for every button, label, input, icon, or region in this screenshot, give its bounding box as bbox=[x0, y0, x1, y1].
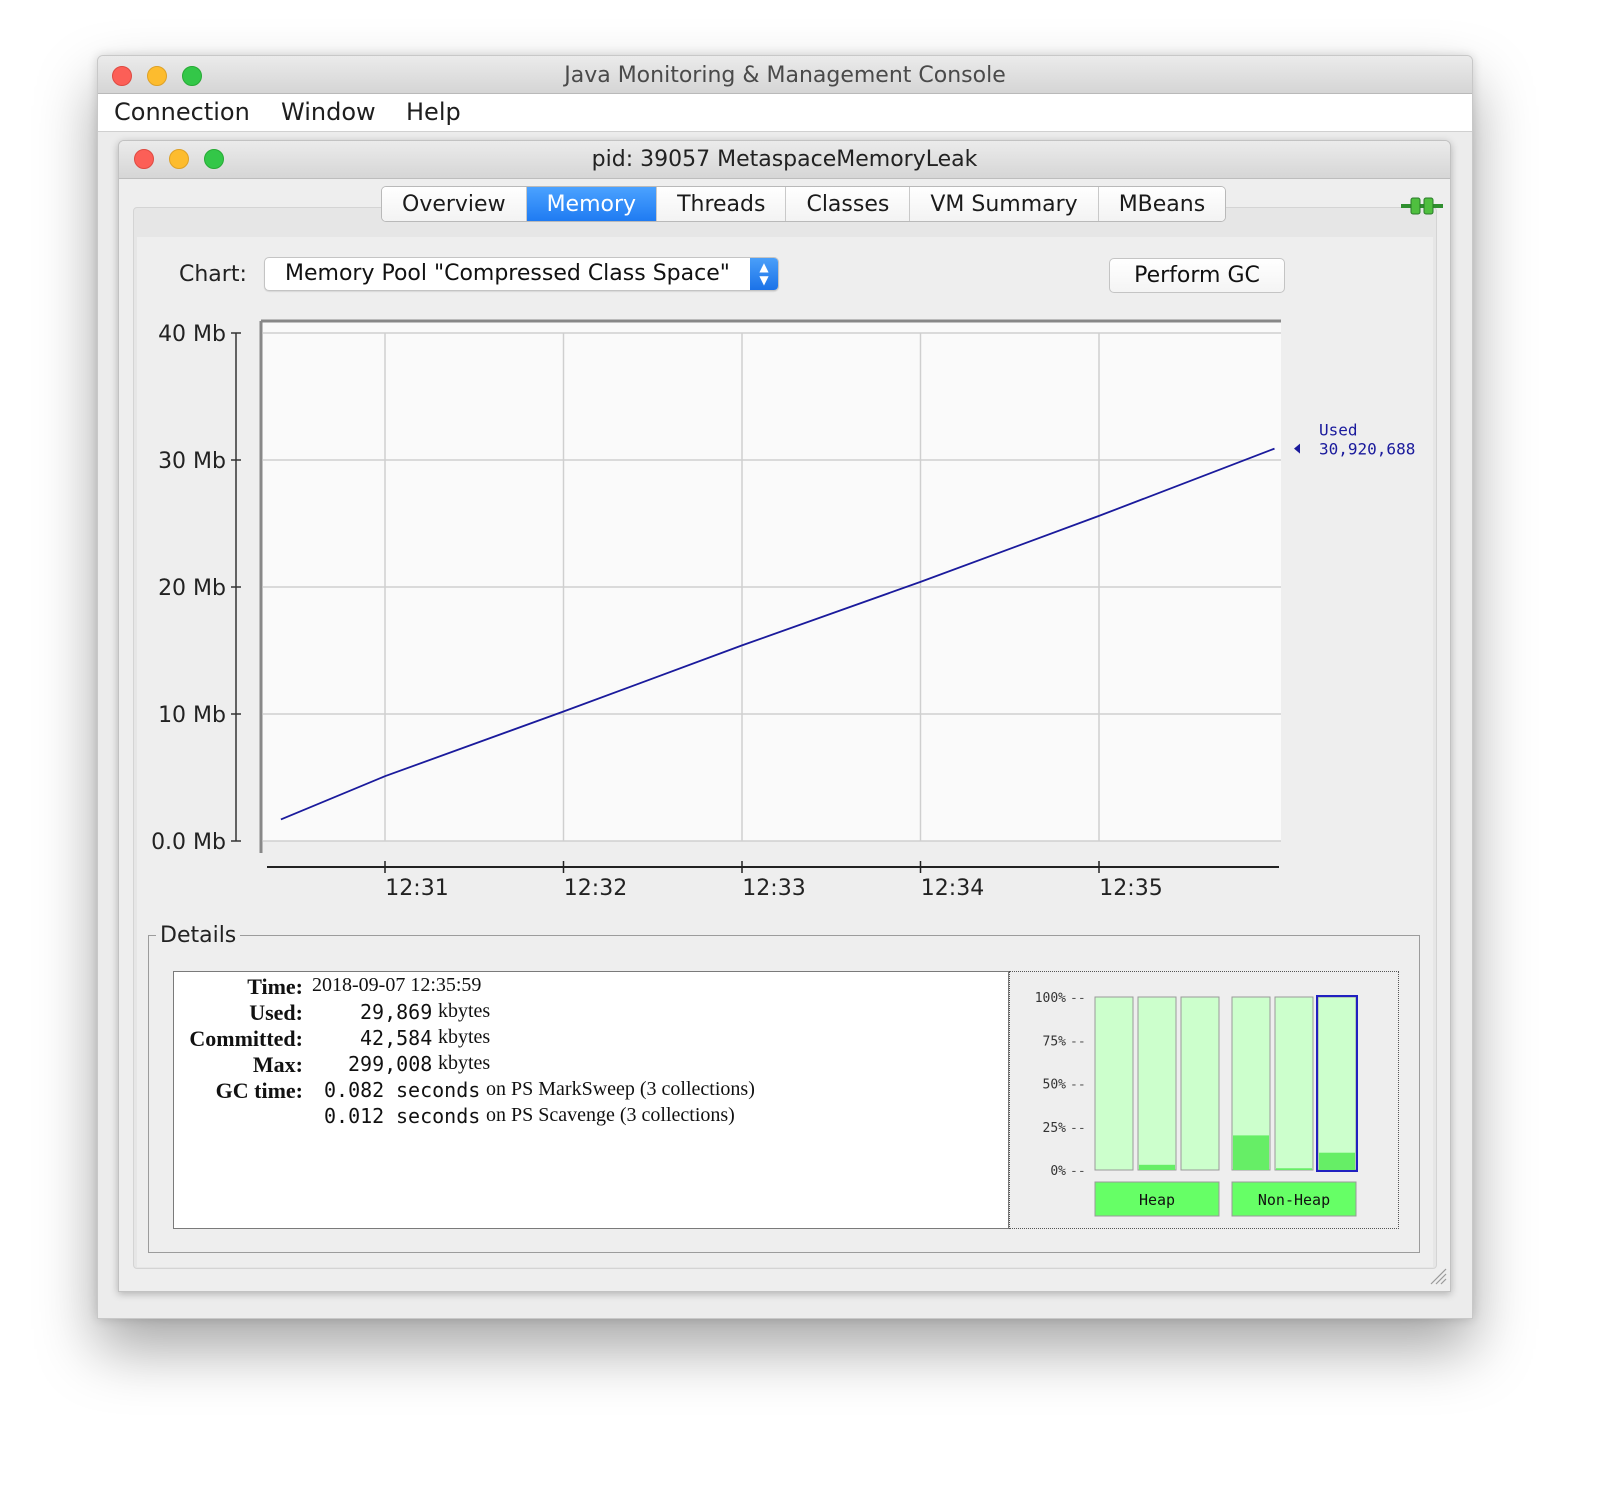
menu-window[interactable]: Window bbox=[281, 98, 376, 126]
bar-group-label: Heap bbox=[1139, 1191, 1175, 1209]
bars-y-tick-label: 100% bbox=[1035, 991, 1066, 1006]
detail-number: 299,008 bbox=[348, 1052, 433, 1076]
memory-pool-bars: 100% -- 75% -- 50% -- 25% -- 0% -- Heap Non-Heap bbox=[1009, 971, 1399, 1229]
plot-area bbox=[261, 321, 1281, 841]
bars-y-tick-mark: -- bbox=[1070, 1078, 1086, 1093]
bars-y-tick-label: 0% bbox=[1050, 1164, 1066, 1179]
detail-row-time: Time: 2018-09-07 12:35:59 bbox=[174, 974, 1008, 1000]
y-tick-label: 10 Mb bbox=[158, 703, 226, 728]
y-tick-label: 0.0 Mb bbox=[151, 830, 226, 855]
detail-label: GC time: bbox=[215, 1078, 303, 1103]
x-tick-label: 12:35 bbox=[1099, 876, 1162, 901]
memory-chart: 0.0 Mb 10 Mb 20 Mb 30 Mb 40 Mb 12:31 12:32 12:3… bbox=[151, 319, 1415, 901]
bars-y-tick-label: 75% bbox=[1043, 1034, 1067, 1049]
bars-y-tick-mark: -- bbox=[1070, 1121, 1086, 1136]
main-titlebar: Java Monitoring & Management Console bbox=[98, 56, 1472, 94]
detail-suffix: on PS Scavenge (3 collections) bbox=[486, 1104, 735, 1126]
detail-unit: kbytes bbox=[438, 1052, 491, 1074]
pool-bars-svg: 100% --75% --50% --25% --0% --Heap Non-Heap bbox=[1035, 991, 1358, 1217]
detail-row-max: Max: 299,008 kbytes bbox=[174, 1052, 1008, 1078]
bar-group-label: Non-Heap bbox=[1258, 1191, 1330, 1209]
detail-number: 0.012 bbox=[324, 1104, 385, 1128]
detail-number: 0.082 bbox=[324, 1078, 385, 1102]
resize-grip-icon[interactable] bbox=[1429, 1267, 1447, 1285]
pool-bar bbox=[1180, 996, 1220, 1171]
bars-y-tick-mark: -- bbox=[1070, 1164, 1086, 1179]
pool-bar bbox=[1274, 996, 1314, 1171]
detail-number: 29,869 bbox=[360, 1000, 433, 1024]
details-text-area: Time: 2018-09-07 12:35:59 Used: 29,869 k… bbox=[173, 971, 1009, 1229]
detail-label: Time: bbox=[247, 974, 303, 999]
detail-row-committed: Committed: 42,584 kbytes bbox=[174, 1026, 1008, 1052]
menu-help[interactable]: Help bbox=[406, 98, 461, 126]
detail-label: Committed: bbox=[189, 1026, 303, 1051]
series-annotation-value: 30,920,688 bbox=[1319, 440, 1415, 459]
detail-unit: kbytes bbox=[438, 1026, 491, 1048]
detail-value: 2018-09-07 12:35:59 bbox=[312, 974, 482, 996]
detail-label: Used: bbox=[249, 1000, 303, 1025]
detail-row-gc-marksweep: GC time: 0.082 seconds on PS MarkSweep (… bbox=[174, 1078, 1008, 1104]
pool-bar bbox=[1137, 996, 1177, 1171]
x-tick-label: 12:34 bbox=[921, 876, 984, 901]
bars-y-tick-mark: -- bbox=[1070, 991, 1086, 1006]
internal-frame: pid: 39057 MetaspaceMemoryLeak Overview … bbox=[118, 140, 1451, 1292]
y-tick-label: 40 Mb bbox=[158, 322, 226, 347]
detail-unit: seconds bbox=[396, 1078, 481, 1102]
pool-bar-fill bbox=[1319, 1152, 1355, 1170]
pool-bar-fill bbox=[1276, 1168, 1312, 1170]
detail-suffix: on PS MarkSweep (3 collections) bbox=[486, 1078, 755, 1100]
menu-connection[interactable]: Connection bbox=[114, 98, 250, 126]
y-tick-label: 20 Mb bbox=[158, 576, 226, 601]
detail-unit: seconds bbox=[396, 1104, 481, 1128]
pool-bar bbox=[1094, 996, 1134, 1171]
series-annotation-label: Used bbox=[1319, 421, 1358, 440]
window-title: Java Monitoring & Management Console bbox=[564, 63, 1006, 88]
x-tick-label: 12:33 bbox=[742, 876, 805, 901]
detail-label: Max: bbox=[252, 1052, 303, 1077]
detail-row-used: Used: 29,869 kbytes bbox=[174, 1000, 1008, 1026]
menu-bar: Connection Window Help bbox=[98, 94, 1472, 132]
details-title: Details bbox=[156, 923, 241, 948]
bars-y-tick-label: 25% bbox=[1043, 1121, 1067, 1136]
x-tick-label: 12:32 bbox=[564, 876, 627, 901]
detail-row-gc-scavenge: 0.012 seconds on PS Scavenge (3 collecti… bbox=[174, 1104, 1008, 1130]
pool-bar-fill bbox=[1233, 1135, 1269, 1170]
pool-bar-fill bbox=[1139, 1164, 1175, 1170]
y-tick-label: 30 Mb bbox=[158, 449, 226, 474]
x-tick-label: 12:31 bbox=[385, 876, 448, 901]
current-value-marker bbox=[1294, 443, 1300, 454]
detail-number: 42,584 bbox=[360, 1026, 433, 1050]
bars-y-tick-label: 50% bbox=[1043, 1078, 1067, 1093]
pool-bar bbox=[1317, 996, 1357, 1171]
bars-y-tick-mark: -- bbox=[1070, 1034, 1086, 1049]
detail-unit: kbytes bbox=[438, 1000, 491, 1022]
